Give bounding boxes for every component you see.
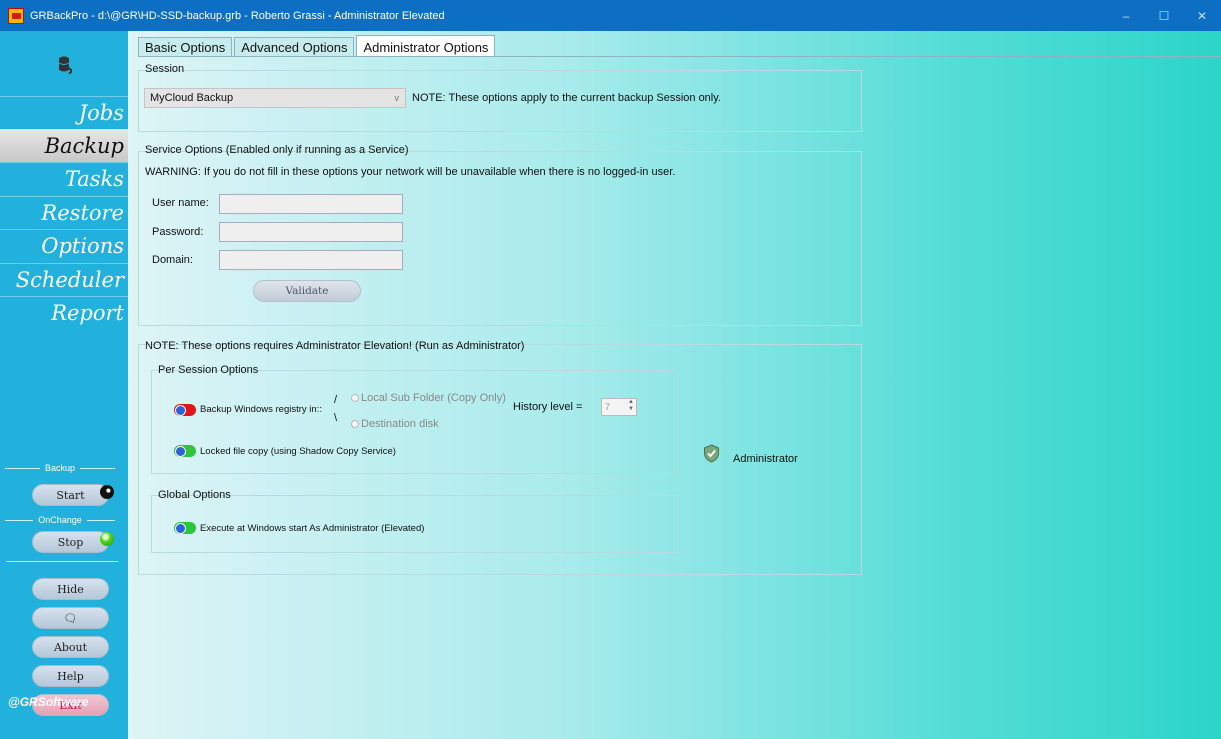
domain-input[interactable]	[219, 250, 403, 270]
window-title: GRBackPro - d:\@GR\HD-SSD-backup.grb - R…	[30, 9, 445, 22]
execute-elevated-toggle[interactable]	[174, 522, 196, 534]
backup-label: Backup	[44, 463, 76, 473]
nav-backup[interactable]: Backup	[0, 129, 128, 162]
help-button[interactable]: Help	[32, 665, 109, 687]
per-session-label: Per Session Options	[158, 364, 259, 376]
nav-report[interactable]: Report	[0, 296, 128, 329]
chevron-down-icon: v	[394, 93, 400, 103]
start-status-icon	[100, 485, 114, 499]
database-icon	[58, 56, 72, 74]
local-sub-folder-radio[interactable]	[351, 394, 359, 402]
session-selected-value: MyCloud Backup	[150, 92, 234, 104]
destination-disk-label: Destination disk	[361, 418, 439, 430]
chat-icon: 🗨	[63, 611, 78, 625]
history-level-spinner[interactable]: 7 ▲ ▼	[601, 398, 637, 416]
brace-top: /	[334, 394, 338, 406]
global-options-label: Global Options	[158, 489, 231, 501]
admin-note: NOTE: These options requires Administrat…	[145, 340, 525, 352]
shield-check-icon	[704, 444, 719, 463]
minimize-button[interactable]: –	[1107, 0, 1145, 31]
divider	[6, 561, 118, 562]
title-bar: GRBackPro - d:\@GR\HD-SSD-backup.grb - R…	[0, 0, 1221, 31]
maximize-button[interactable]: ☐	[1145, 0, 1183, 31]
destination-disk-radio[interactable]	[351, 420, 359, 428]
session-note: NOTE: These options apply to the current…	[412, 92, 721, 104]
about-button[interactable]: About	[32, 636, 109, 658]
service-warning: WARNING: If you do not fill in these opt…	[145, 166, 676, 178]
onchange-separator: OnChange	[0, 515, 120, 525]
session-select[interactable]: MyCloud Backup v	[144, 88, 406, 108]
sidebar: Jobs Backup Tasks Restore Options Schedu…	[0, 31, 128, 739]
locked-file-copy-toggle[interactable]	[174, 445, 196, 457]
nav-restore[interactable]: Restore	[0, 196, 128, 229]
history-level-label: History level =	[513, 401, 583, 413]
session-group-label: Session	[145, 63, 185, 75]
tab-bar: Basic Options Advanced Options Administr…	[138, 35, 497, 56]
nav-options[interactable]: Options	[0, 229, 128, 262]
password-label: Password:	[152, 226, 204, 238]
history-level-value: 7	[605, 402, 611, 412]
nav-tasks[interactable]: Tasks	[0, 162, 128, 195]
close-button[interactable]: ✕	[1183, 0, 1221, 31]
brace-bottom: \	[334, 412, 338, 424]
brand-label: @GRSoftware	[8, 695, 89, 709]
user-name-input[interactable]	[219, 194, 403, 214]
backup-separator: Backup	[0, 463, 120, 473]
stop-button[interactable]: Stop	[32, 531, 109, 553]
tab-advanced-options[interactable]: Advanced Options	[234, 37, 355, 56]
app-icon	[8, 7, 24, 24]
locked-file-copy-label: Locked file copy (using Shadow Copy Serv…	[200, 446, 396, 457]
nav-jobs[interactable]: Jobs	[0, 96, 128, 129]
onchange-label: OnChange	[38, 515, 82, 525]
nav-scheduler[interactable]: Scheduler	[0, 263, 128, 296]
chat-button[interactable]: 🗨	[32, 607, 109, 629]
administrator-label: Administrator	[733, 453, 798, 465]
validate-button[interactable]: Validate	[253, 280, 361, 302]
local-sub-folder-label: Local Sub Folder (Copy Only)	[361, 392, 506, 404]
domain-label: Domain:	[152, 254, 193, 266]
password-input[interactable]	[219, 222, 403, 242]
registry-backup-toggle[interactable]	[174, 404, 196, 416]
user-name-label: User name:	[152, 197, 209, 209]
onchange-status-icon	[100, 532, 114, 546]
service-group-label: Service Options (Enabled only if running…	[145, 144, 409, 156]
execute-elevated-label: Execute at Windows start As Administrato…	[200, 523, 425, 534]
registry-backup-label: Backup Windows registry in::	[200, 404, 322, 415]
main-panel: Basic Options Advanced Options Administr…	[128, 31, 1221, 739]
tab-divider	[138, 56, 1221, 57]
spin-arrows-icon: ▲ ▼	[628, 399, 634, 412]
hide-button[interactable]: Hide	[32, 578, 109, 600]
start-button[interactable]: Start	[32, 484, 109, 506]
tab-administrator-options[interactable]: Administrator Options	[356, 35, 496, 56]
tab-basic-options[interactable]: Basic Options	[138, 37, 233, 56]
